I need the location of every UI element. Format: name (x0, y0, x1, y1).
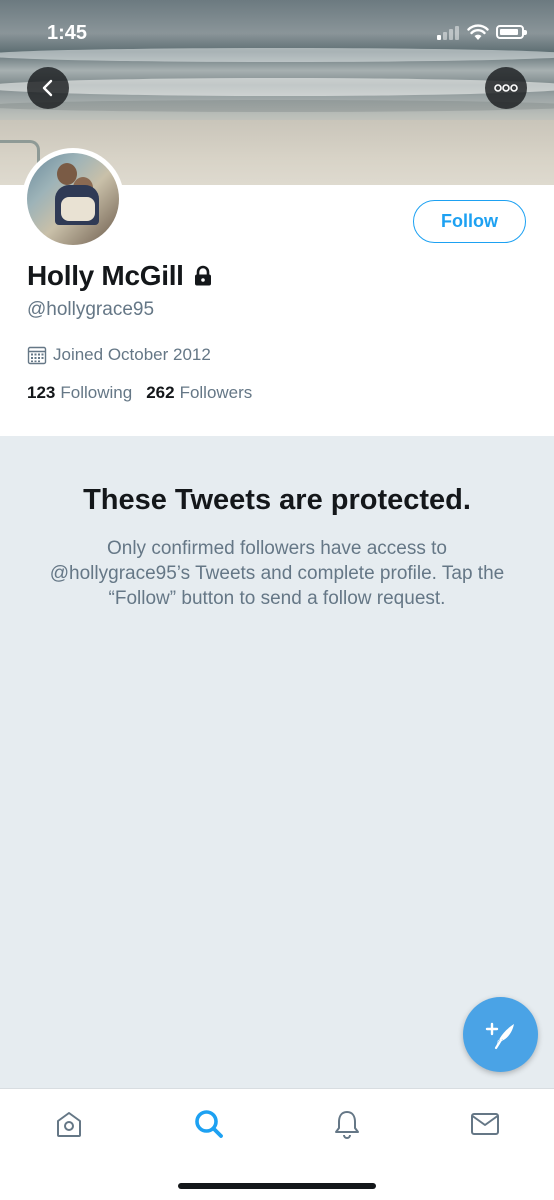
battery-icon (496, 25, 527, 39)
following-count: 123 (27, 383, 56, 402)
status-bar: 1:45 (0, 0, 554, 64)
following-link[interactable]: 123 Following (27, 383, 132, 403)
cellular-signal-icon (437, 26, 461, 40)
joined-date: Joined October 2012 (27, 345, 211, 365)
tab-messages[interactable] (468, 1107, 502, 1141)
banner-wave (0, 78, 554, 96)
chevron-left-icon (42, 79, 53, 97)
banner-wave (0, 100, 554, 112)
profile-name: Holly McGill (27, 260, 184, 291)
more-options-button[interactable] (485, 67, 527, 109)
tab-search[interactable] (192, 1107, 226, 1141)
followers-label: Followers (179, 383, 253, 402)
followers-count: 262 (146, 383, 175, 402)
compose-tweet-button[interactable] (463, 997, 538, 1072)
protected-tweets-notice: These Tweets are protected. Only confirm… (0, 436, 554, 1088)
followers-link[interactable]: 262 Followers (146, 383, 252, 403)
compose-feather-icon (485, 1022, 514, 1049)
search-icon (195, 1110, 223, 1138)
calendar-icon (27, 346, 47, 365)
avatar-photo (27, 153, 119, 245)
protected-title: These Tweets are protected. (83, 484, 471, 516)
avatar[interactable] (22, 148, 124, 250)
profile-name-row: Holly McGill (27, 260, 213, 292)
back-button[interactable] (27, 67, 69, 109)
mail-icon (471, 1113, 499, 1135)
protected-body: Only confirmed followers have access to … (49, 538, 505, 609)
wifi-icon (467, 24, 489, 40)
home-indicator (178, 1183, 376, 1189)
home-icon (57, 1112, 81, 1137)
status-time: 1:45 (47, 22, 88, 44)
tab-notifications[interactable] (330, 1107, 364, 1141)
tab-home[interactable] (52, 1107, 86, 1141)
following-label: Following (60, 383, 133, 402)
profile-handle: @hollygrace95 (27, 299, 155, 320)
joined-label: Joined October 2012 (53, 345, 211, 364)
bell-icon (335, 1111, 359, 1139)
more-horizontal-icon (494, 84, 518, 92)
follow-button[interactable]: Follow (413, 200, 526, 243)
follow-counts: 123 Following 262 Followers (27, 383, 252, 403)
lock-icon (194, 265, 211, 286)
